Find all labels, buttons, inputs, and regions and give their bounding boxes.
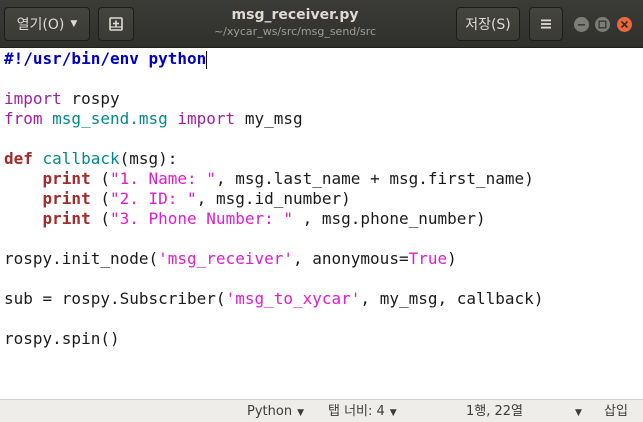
string-literal: "1. Name: " bbox=[109, 169, 216, 188]
print-keyword: print bbox=[42, 189, 91, 208]
minimize-icon bbox=[578, 24, 585, 26]
chevron-down-icon: ▼ bbox=[297, 408, 304, 418]
status-bar: Python ▼ 탭 너비: 4 ▼ 1행, 22열 ▼ 삽입 bbox=[0, 399, 643, 422]
string-literal: 'msg_receiver' bbox=[158, 249, 293, 268]
code-line-9: print ("3. Phone Number: " , msg.phone_n… bbox=[4, 209, 643, 229]
module-rospy: rospy bbox=[61, 89, 120, 108]
function-name: callback bbox=[32, 149, 120, 168]
save-button[interactable]: 저장(S) bbox=[456, 7, 520, 41]
imported-name: my_msg bbox=[235, 109, 303, 128]
close-button[interactable] bbox=[617, 17, 632, 32]
language-selector[interactable]: Python ▼ bbox=[247, 404, 304, 421]
tab-width-label: 탭 너비: 4 bbox=[328, 404, 385, 419]
paren-open: ( bbox=[90, 209, 110, 228]
window-title-area: msg_receiver.py ~/xycar_ws/src/msg_send/… bbox=[150, 6, 440, 39]
language-label: Python bbox=[247, 404, 293, 419]
paren-open: ( bbox=[90, 169, 110, 188]
cursor-position[interactable]: 1행, 22열 bbox=[466, 404, 523, 419]
new-document-icon bbox=[109, 17, 123, 31]
code-line-7: print ("1. Name: ", msg.last_name + msg.… bbox=[4, 169, 643, 189]
cursor-position-label: 1행, 22열 bbox=[466, 404, 523, 419]
open-button[interactable]: 열기(O) ▼ bbox=[4, 7, 90, 41]
chevron-down-icon: ▼ bbox=[389, 408, 397, 418]
new-tab-button[interactable] bbox=[98, 7, 134, 41]
from-keyword: from bbox=[4, 109, 43, 128]
expression: , msg.phone_number) bbox=[293, 209, 486, 228]
shebang-token: #!/usr/bin/env python bbox=[4, 49, 207, 68]
tab-width-selector[interactable]: 탭 너비: 4 ▼ bbox=[328, 404, 397, 421]
print-keyword: print bbox=[42, 169, 91, 188]
string-literal: "2. ID: " bbox=[109, 189, 197, 208]
code-editor[interactable]: #!/usr/bin/env python import rospy from … bbox=[0, 49, 643, 399]
module-name: msg_send.msg bbox=[42, 109, 178, 128]
close-icon bbox=[620, 20, 629, 29]
code-line-1: #!/usr/bin/env python bbox=[4, 49, 643, 69]
chevron-down-icon: ▼ bbox=[70, 19, 78, 29]
def-keyword: def bbox=[4, 149, 33, 168]
header-bar: 열기(O) ▼ msg_receiver.py ~/xycar_ws/src/m… bbox=[0, 0, 643, 48]
maximize-icon bbox=[598, 20, 607, 29]
insert-mode-indicator[interactable]: 삽입 bbox=[604, 404, 628, 419]
boolean-constant: True bbox=[408, 249, 448, 268]
hamburger-menu-icon bbox=[541, 19, 551, 29]
insert-mode-label: 삽입 bbox=[604, 404, 628, 419]
save-button-label: 저장(S) bbox=[465, 17, 511, 33]
code-line-6: def callback(msg): bbox=[4, 149, 643, 169]
call-prefix: rospy.init_node( bbox=[4, 249, 159, 268]
menu-button[interactable] bbox=[529, 7, 563, 41]
code-line-3: import rospy bbox=[4, 89, 643, 109]
window-title: msg_receiver.py bbox=[231, 7, 359, 23]
paren-open: ( bbox=[90, 189, 110, 208]
code-line-11: rospy.init_node('msg_receiver', anonymou… bbox=[4, 249, 643, 269]
import-keyword-2: import bbox=[177, 109, 236, 128]
print-keyword: print bbox=[42, 209, 91, 228]
function-args: (msg): bbox=[119, 149, 178, 168]
call-rest: , my_msg, callback) bbox=[360, 289, 544, 308]
import-keyword: import bbox=[4, 89, 62, 108]
window-subtitle: ~/xycar_ws/src/msg_send/src bbox=[213, 25, 377, 38]
string-literal: "3. Phone Number: " bbox=[109, 209, 293, 228]
chevron-down-icon: ▼ bbox=[575, 408, 582, 418]
code-line-8: print ("2. ID: ", msg.id_number) bbox=[4, 189, 643, 209]
code-line-13: sub = rospy.Subscriber('msg_to_xycar', m… bbox=[4, 289, 643, 309]
code-line-15: rospy.spin() bbox=[4, 329, 643, 349]
call-middle: , anonymous= bbox=[292, 249, 409, 268]
maximize-button[interactable] bbox=[595, 17, 610, 32]
text-cursor bbox=[206, 50, 208, 69]
call-end: ) bbox=[447, 249, 457, 268]
expression: , msg.last_name + msg.first_name) bbox=[215, 169, 534, 188]
call-prefix: sub = rospy.Subscriber( bbox=[4, 289, 226, 308]
position-menu-button[interactable]: ▼ bbox=[570, 404, 582, 421]
string-literal: 'msg_to_xycar' bbox=[225, 289, 361, 308]
code-line-4: from msg_send.msg import my_msg bbox=[4, 109, 643, 129]
open-button-label: 열기(O) bbox=[16, 17, 65, 33]
spin-call: rospy.spin() bbox=[4, 329, 120, 348]
minimize-button[interactable] bbox=[574, 17, 589, 32]
expression: , msg.id_number) bbox=[196, 189, 351, 208]
